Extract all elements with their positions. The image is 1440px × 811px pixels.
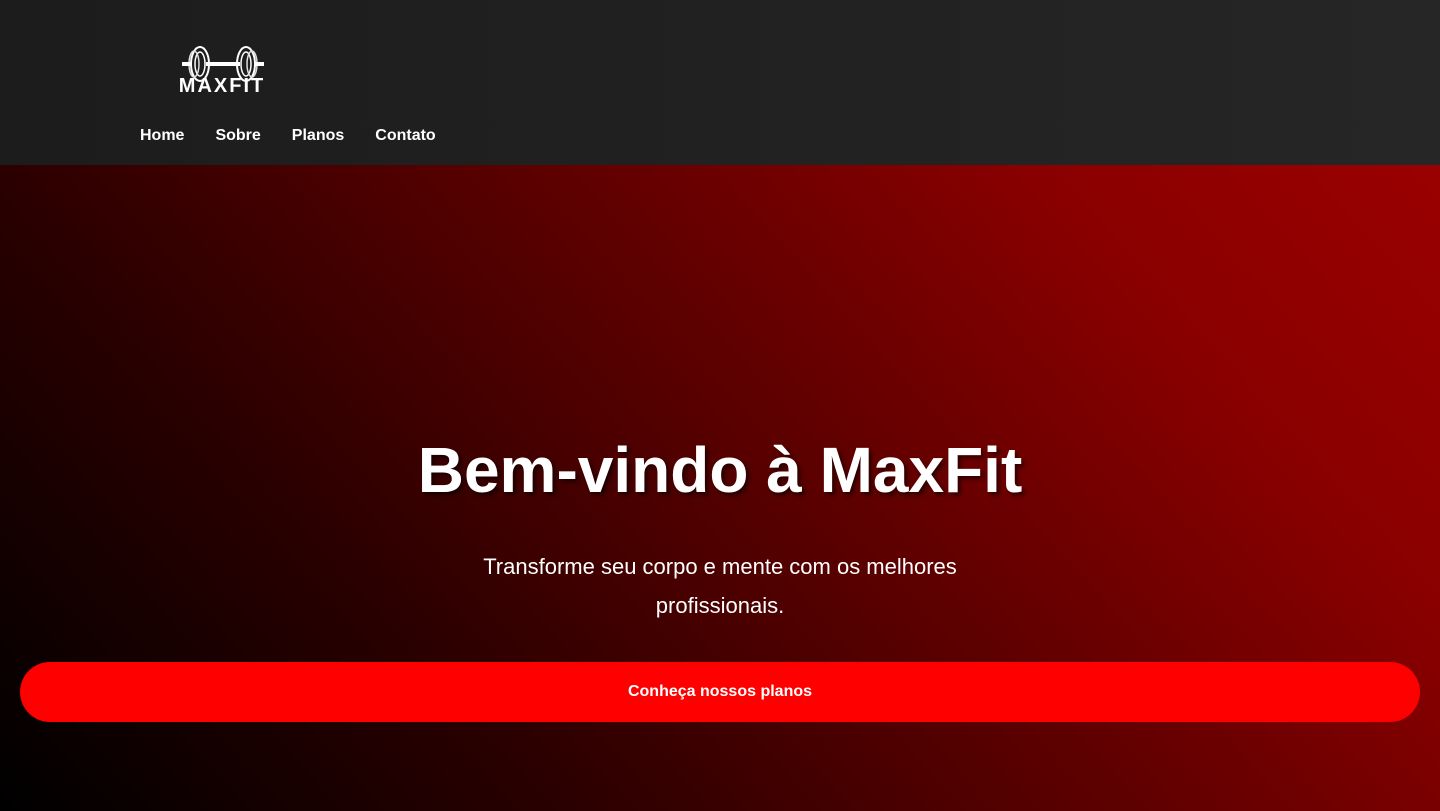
nav-contato[interactable]: Contato [375, 127, 435, 145]
main-nav: Home Sobre Planos Contato [140, 127, 436, 145]
nav-home[interactable]: Home [140, 127, 184, 145]
hero-title: Bem-vindo à MaxFit [417, 434, 1023, 506]
nav-sobre[interactable]: Sobre [215, 127, 260, 145]
logo-wordmark: MAXFIT [179, 75, 265, 94]
hero-subtitle: Transforme seu corpo e mente com os melh… [483, 554, 957, 618]
dumbbell-icon: MAXFIT [179, 46, 265, 94]
nav-planos[interactable]: Planos [292, 127, 344, 145]
site-header: MAXFIT Home Sobre Planos Contato [0, 0, 1440, 165]
plans-cta-button[interactable]: Conheça nossos planos [20, 662, 1420, 722]
hero-section: Bem-vindo à MaxFit Transforme seu corpo … [0, 165, 1440, 811]
maxfit-logo[interactable]: MAXFIT [170, 44, 274, 94]
